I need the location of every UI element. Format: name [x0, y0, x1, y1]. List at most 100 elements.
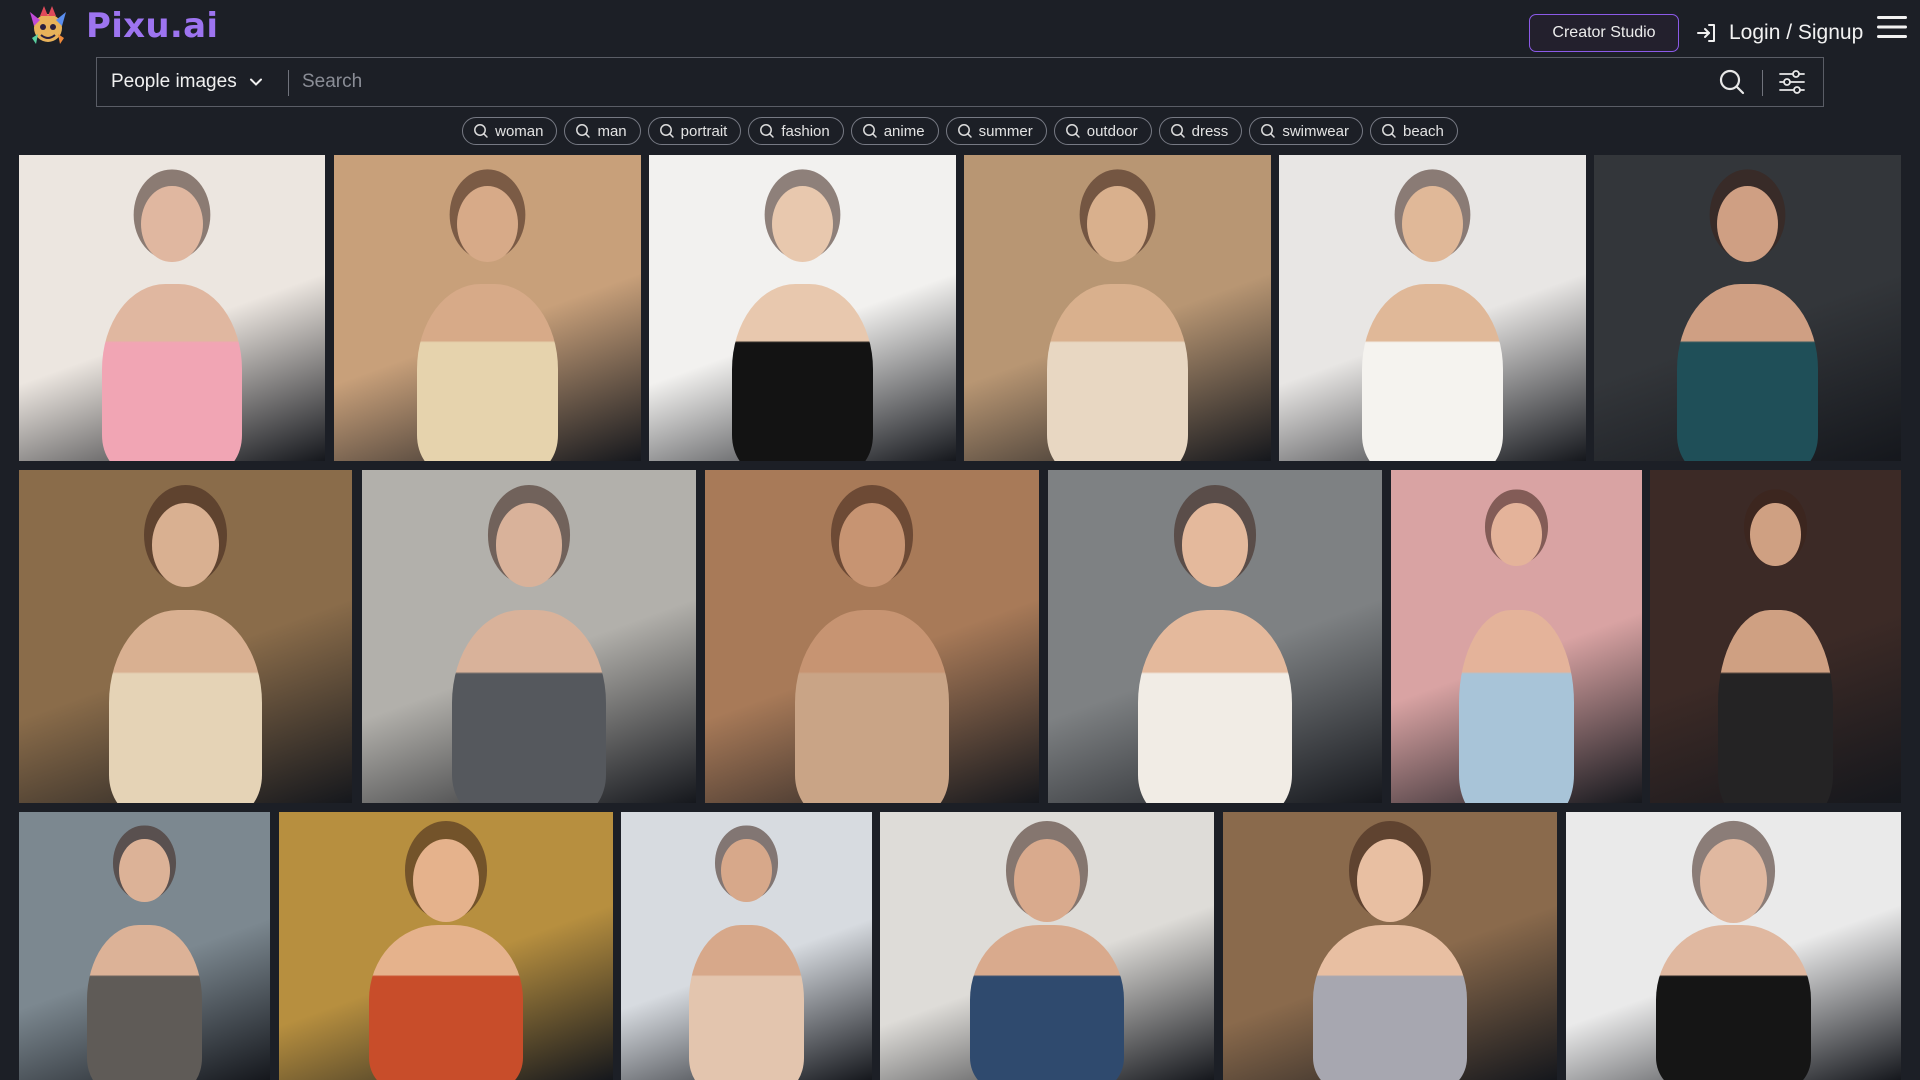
image-subject-head	[838, 503, 906, 587]
image-subject-body	[795, 609, 949, 803]
image-subject-head	[1013, 838, 1081, 923]
gallery-image[interactable]	[1650, 470, 1901, 803]
image-subject-head	[1716, 185, 1779, 263]
tag-chip-outdoor[interactable]: outdoor	[1053, 117, 1152, 145]
gallery-image[interactable]	[1566, 812, 1901, 1080]
image-subject-head	[1491, 503, 1542, 567]
search-icon[interactable]	[1718, 68, 1746, 96]
image-subject-head	[1700, 838, 1767, 923]
image-subject-body	[731, 283, 874, 461]
image-subject-body	[1676, 283, 1819, 461]
login-signup-link[interactable]: Login / Signup	[1695, 16, 1863, 50]
image-subject-body	[1458, 609, 1575, 803]
image-subject-body	[1717, 609, 1834, 803]
gallery-image[interactable]	[19, 812, 270, 1080]
tag-chip-label: portrait	[680, 122, 728, 140]
image-subject-head	[1750, 503, 1801, 567]
search-bar: People images	[96, 57, 1824, 107]
image-subject-head	[721, 838, 772, 902]
image-subject-head	[1086, 185, 1149, 263]
tag-chip-swimwear[interactable]: swimwear	[1249, 117, 1363, 145]
tag-chip-label: swimwear	[1282, 122, 1349, 140]
top-bar: Pixu.ai Creator Studio Login / Signup	[0, 0, 1920, 56]
image-subject-body	[970, 924, 1124, 1080]
image-subject-body	[1046, 283, 1189, 461]
image-subject-body	[1138, 609, 1292, 803]
sliders-filter-icon[interactable]	[1777, 67, 1807, 97]
tag-chip-portrait[interactable]: portrait	[647, 117, 742, 145]
image-subject-head	[152, 503, 219, 587]
gallery-image[interactable]	[964, 155, 1271, 461]
search-icon	[957, 124, 972, 138]
search-input[interactable]	[302, 64, 1752, 100]
image-subject-body	[1361, 283, 1504, 461]
tag-chip-label: summer	[978, 122, 1033, 140]
search-icon	[1065, 124, 1080, 138]
category-selected-label: People images	[111, 71, 237, 92]
tag-chip-summer[interactable]: summer	[945, 117, 1047, 145]
search-divider	[288, 70, 289, 96]
search-icon	[576, 124, 591, 138]
image-subject-body	[688, 924, 805, 1080]
tag-chip-beach[interactable]: beach	[1370, 117, 1458, 145]
gallery-image[interactable]	[19, 470, 352, 803]
image-subject-head	[771, 185, 834, 263]
image-subject-body	[452, 609, 606, 803]
tag-chip-anime[interactable]: anime	[850, 117, 939, 145]
tag-chip-man[interactable]: man	[564, 117, 641, 145]
search-icon	[760, 124, 775, 138]
image-subject-body	[369, 924, 523, 1080]
chevron-down-icon	[249, 78, 262, 86]
gallery-image[interactable]	[1594, 155, 1901, 461]
tag-chip-label: dress	[1191, 122, 1229, 140]
image-subject-body	[86, 924, 203, 1080]
tag-chip-woman[interactable]: woman	[462, 117, 558, 145]
hamburger-menu-icon[interactable]	[1877, 15, 1907, 39]
image-subject-head	[1356, 838, 1424, 923]
gallery-image[interactable]	[362, 470, 696, 803]
image-subject-head	[119, 838, 170, 902]
gallery-image[interactable]	[705, 470, 1039, 803]
image-subject-body	[1656, 924, 1811, 1080]
tag-chip-label: fashion	[781, 122, 830, 140]
image-subject-body	[101, 283, 243, 461]
brand-name[interactable]: Pixu.ai	[86, 6, 218, 46]
image-subject-head	[495, 503, 563, 587]
category-dropdown[interactable]: People images	[97, 58, 287, 106]
tag-chip-label: beach	[1403, 122, 1444, 140]
gallery-image[interactable]	[649, 155, 956, 461]
image-subject-body	[1313, 924, 1467, 1080]
login-signup-label: Login / Signup	[1729, 21, 1864, 44]
search-icon	[659, 124, 674, 138]
gallery-image[interactable]	[880, 812, 1214, 1080]
search-divider	[1762, 70, 1763, 96]
gallery-image[interactable]	[1391, 470, 1642, 803]
image-subject-head	[141, 185, 203, 263]
gallery-image[interactable]	[1223, 812, 1557, 1080]
tag-chip-row: woman man portrait fashion anime summer outdoo…	[0, 117, 1920, 145]
image-subject-body	[416, 283, 559, 461]
tag-chip-label: anime	[883, 122, 925, 140]
tag-chip-dress[interactable]: dress	[1158, 117, 1243, 145]
tag-chip-label: outdoor	[1086, 122, 1138, 140]
image-subject-head	[1401, 185, 1464, 263]
tag-chip-fashion[interactable]: fashion	[748, 117, 844, 145]
search-icon	[1261, 124, 1276, 138]
creator-studio-button[interactable]: Creator Studio	[1529, 14, 1679, 52]
search-icon	[1170, 124, 1185, 138]
login-icon	[1697, 24, 1715, 42]
gallery-image[interactable]	[1048, 470, 1382, 803]
pixu-logo-icon[interactable]	[26, 4, 70, 48]
gallery-image[interactable]	[19, 155, 325, 461]
gallery-image[interactable]	[1279, 155, 1586, 461]
gallery-image[interactable]	[621, 812, 872, 1080]
search-icon	[1382, 124, 1396, 138]
tag-chip-label: woman	[495, 122, 544, 140]
image-subject-head	[456, 185, 519, 263]
search-icon	[862, 124, 877, 138]
gallery-image[interactable]	[279, 812, 613, 1080]
search-icon	[474, 124, 488, 138]
image-subject-body	[108, 609, 263, 803]
gallery-image[interactable]	[334, 155, 641, 461]
image-subject-head	[1181, 503, 1249, 587]
